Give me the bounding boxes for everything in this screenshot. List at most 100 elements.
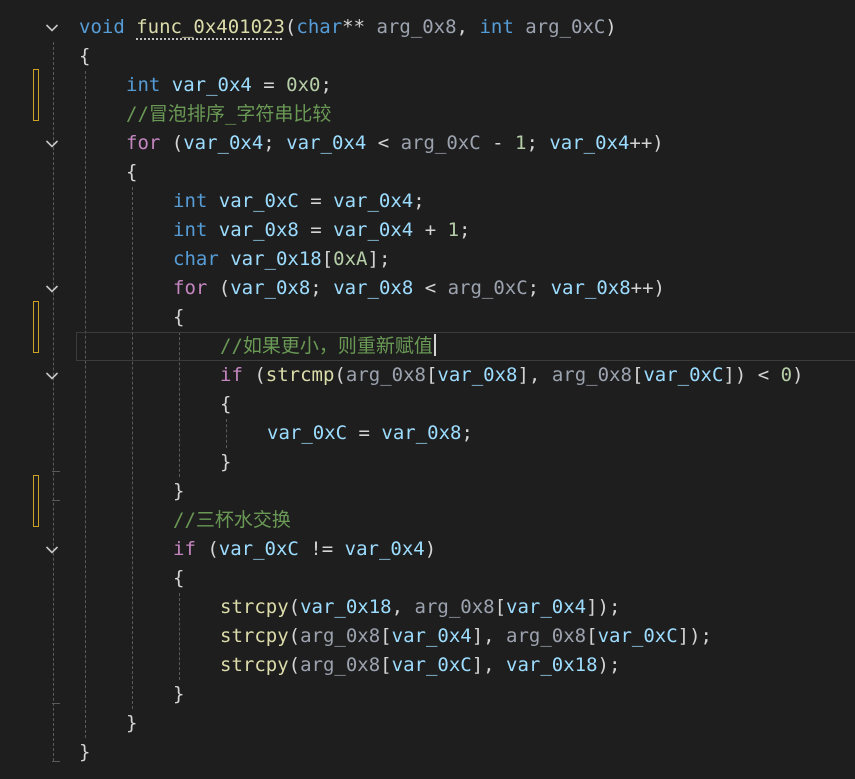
code-token: ( xyxy=(288,625,301,647)
code-text[interactable]: //冒泡排序_字符串比较 xyxy=(126,100,331,129)
code-line[interactable]: } xyxy=(0,680,855,709)
code-line[interactable]: strcpy(arg_0x8[var_0xC], var_0x18); xyxy=(0,651,855,680)
code-text[interactable]: if (var_0xC != var_0x4) xyxy=(173,535,436,564)
code-token: ( xyxy=(284,16,297,38)
code-line[interactable]: char var_0x18[0xA]; xyxy=(0,245,855,274)
code-token: var_0x4 xyxy=(344,538,425,560)
code-line[interactable]: if (var_0xC != var_0x4) xyxy=(0,535,855,564)
chevron-down-icon[interactable] xyxy=(45,543,59,557)
chevron-down-icon[interactable] xyxy=(45,21,59,35)
code-text[interactable]: } xyxy=(126,709,137,738)
code-token: ( xyxy=(288,654,301,676)
chevron-down-icon[interactable] xyxy=(45,282,59,296)
code-line[interactable]: { xyxy=(0,158,855,187)
code-token: [ xyxy=(380,625,392,647)
code-token: arg_0xC xyxy=(447,277,528,299)
code-token: ], xyxy=(471,625,507,647)
code-token: } xyxy=(173,480,185,502)
code-text[interactable]: int var_0x4 = 0x0; xyxy=(126,71,332,100)
code-text[interactable]: for (var_0x8; var_0x8 < arg_0xC; var_0x8… xyxy=(173,274,665,303)
chevron-down-icon[interactable] xyxy=(45,369,59,383)
code-token: - xyxy=(480,132,515,154)
code-text[interactable]: } xyxy=(79,738,90,767)
code-text[interactable]: strcpy(var_0x18, arg_0x8[var_0x4]); xyxy=(220,593,620,622)
code-token: var_0x4 xyxy=(549,132,630,154)
code-line[interactable]: { xyxy=(0,303,855,332)
code-text[interactable]: } xyxy=(220,448,231,477)
code-text[interactable]: } xyxy=(173,680,184,709)
code-token: 0 xyxy=(780,364,793,386)
code-line[interactable]: //三杯水交换 xyxy=(0,506,855,535)
code-text[interactable]: var_0xC = var_0x8; xyxy=(267,419,473,448)
code-token: + xyxy=(413,219,448,241)
code-line[interactable]: if (strcmp(arg_0x8[var_0x8], arg_0x8[var… xyxy=(0,361,855,390)
code-line[interactable]: } xyxy=(0,738,855,767)
code-text[interactable]: for (var_0x4; var_0x4 < arg_0xC - 1; var… xyxy=(126,129,664,158)
code-text[interactable]: { xyxy=(79,42,90,71)
code-line[interactable]: strcpy(arg_0x8[var_0x4], arg_0x8[var_0xC… xyxy=(0,622,855,651)
code-token: ]) < xyxy=(723,364,781,386)
chevron-down-icon[interactable] xyxy=(45,137,59,151)
code-token: ( xyxy=(288,596,301,618)
code-token: var_0x8 xyxy=(218,219,299,241)
code-token: var_0x8 xyxy=(333,277,414,299)
code-text[interactable]: strcpy(arg_0x8[var_0x4], arg_0x8[var_0xC… xyxy=(220,622,712,651)
code-text[interactable]: { xyxy=(126,158,137,187)
code-text[interactable]: int var_0xC = var_0x4; xyxy=(173,187,425,216)
code-token: char xyxy=(296,16,343,38)
code-token: ++) xyxy=(629,132,664,154)
code-text[interactable]: if (strcmp(arg_0x8[var_0x8], arg_0x8[var… xyxy=(220,361,804,390)
code-token: 0x0 xyxy=(286,74,321,96)
code-token: , xyxy=(391,596,415,618)
code-text[interactable]: char var_0x18[0xA]; xyxy=(173,245,390,274)
code-line[interactable]: } xyxy=(0,448,855,477)
code-token: var_0x4 xyxy=(333,190,414,212)
code-token: strcmp xyxy=(265,364,335,386)
code-token: ]); xyxy=(586,596,621,618)
code-line[interactable]: } xyxy=(0,709,855,738)
code-token: < xyxy=(413,277,448,299)
code-line[interactable]: void func_0x401023(char** arg_0x8, int a… xyxy=(0,13,855,42)
code-token: ; xyxy=(526,132,550,154)
code-token: arg_0x8 xyxy=(551,364,632,386)
code-line[interactable]: { xyxy=(0,564,855,593)
code-line[interactable]: int var_0xC = var_0x4; xyxy=(0,187,855,216)
code-text[interactable]: void func_0x401023(char** arg_0x8, int a… xyxy=(79,13,617,42)
code-token: arg_0xC xyxy=(400,132,481,154)
code-text[interactable]: strcpy(arg_0x8[var_0xC], var_0x18); xyxy=(220,651,620,680)
code-line[interactable]: { xyxy=(0,42,855,71)
code-line[interactable]: int var_0x8 = var_0x4 + 1; xyxy=(0,216,855,245)
code-text[interactable]: int var_0x8 = var_0x4 + 1; xyxy=(173,216,470,245)
code-token: ( xyxy=(171,132,184,154)
code-token: //三杯水交换 xyxy=(173,509,291,531)
code-token: var_0xC xyxy=(218,538,299,560)
code-text[interactable]: //三杯水交换 xyxy=(173,506,291,535)
code-token: var_0x8 xyxy=(437,364,518,386)
code-line[interactable]: for (var_0x8; var_0x8 < arg_0xC; var_0x8… xyxy=(0,274,855,303)
code-text[interactable]: } xyxy=(173,477,184,506)
code-token: ]; xyxy=(367,248,391,270)
code-token: ; xyxy=(527,277,551,299)
code-line[interactable]: //如果更小，则重新赋值 xyxy=(0,332,855,361)
code-line[interactable]: { xyxy=(0,390,855,419)
code-text[interactable]: { xyxy=(173,303,184,332)
code-token: for xyxy=(126,132,172,154)
code-text[interactable]: { xyxy=(220,390,231,419)
code-line[interactable]: int var_0x4 = 0x0; xyxy=(0,71,855,100)
code-token: for xyxy=(173,277,219,299)
code-token: } xyxy=(126,712,138,734)
code-text[interactable]: { xyxy=(173,564,184,593)
code-token: ; xyxy=(413,190,425,212)
code-line[interactable]: var_0xC = var_0x8; xyxy=(0,419,855,448)
code-token: var_0x8 xyxy=(230,277,311,299)
code-line[interactable]: for (var_0x4; var_0x4 < arg_0xC - 1; var… xyxy=(0,129,855,158)
code-line[interactable]: strcpy(var_0x18, arg_0x8[var_0x4]); xyxy=(0,593,855,622)
code-token: var_0x4 xyxy=(333,219,414,241)
code-token: { xyxy=(173,567,185,589)
code-token: ; xyxy=(461,422,473,444)
code-line[interactable]: } xyxy=(0,477,855,506)
code-token: //如果更小，则重新赋值 xyxy=(220,335,433,357)
code-line[interactable]: //冒泡排序_字符串比较 xyxy=(0,100,855,129)
code-editor[interactable]: void func_0x401023(char** arg_0x8, int a… xyxy=(0,0,855,779)
code-text[interactable]: //如果更小，则重新赋值 xyxy=(220,332,436,361)
